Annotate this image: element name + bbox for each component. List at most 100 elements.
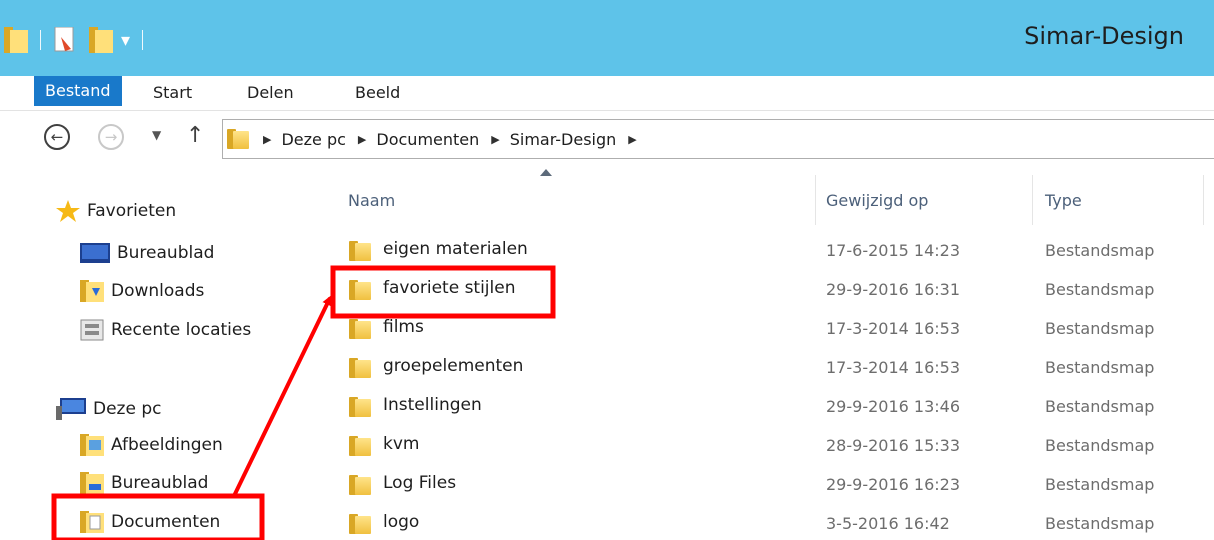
folder-icon	[349, 319, 371, 339]
sidebar-item-label: Recente locaties	[111, 320, 252, 340]
file-modified: 17-6-2015 14:23	[826, 241, 960, 260]
quick-access-toolbar: ▾	[4, 24, 155, 56]
list-item[interactable]: groepelementen 17-3-2014 16:53 Bestandsm…	[315, 348, 1214, 387]
breadcrumb-documenten[interactable]: Documenten	[376, 130, 479, 149]
file-name: Log Files	[383, 473, 457, 493]
column-header-gewijzigd-op[interactable]: Gewijzigd op	[826, 191, 928, 210]
column-headers: Naam Gewijzigd op Type	[315, 167, 1214, 229]
file-name: groepelementen	[383, 356, 524, 376]
breadcrumb-separator-icon[interactable]: ▶	[263, 133, 271, 146]
sidebar-item-documenten[interactable]: Documenten	[80, 508, 220, 536]
file-name: favoriete stijlen	[383, 278, 516, 298]
file-modified: 29-9-2016 16:31	[826, 280, 960, 299]
breadcrumb-deze-pc[interactable]: Deze pc	[281, 130, 345, 149]
file-name: kvm	[383, 434, 420, 454]
file-type: Bestandsmap	[1045, 397, 1155, 416]
computer-icon	[56, 398, 86, 420]
folder-icon	[349, 241, 371, 261]
file-type: Bestandsmap	[1045, 514, 1155, 533]
window-title: Simar-Design	[1024, 22, 1184, 50]
file-modified: 28-9-2016 15:33	[826, 436, 960, 455]
downloads-folder-icon	[80, 280, 104, 302]
file-name: films	[383, 317, 424, 337]
toolbar-separator	[142, 30, 144, 50]
back-arrow-icon[interactable]: ←	[44, 124, 70, 150]
ribbon-tabs: Bestand Start Delen Beeld	[0, 76, 1214, 111]
address-bar[interactable]: ▶ Deze pc ▶ Documenten ▶ Simar-Design ▶	[222, 119, 1214, 159]
list-item[interactable]: favoriete stijlen 29-9-2016 16:31 Bestan…	[315, 270, 1214, 309]
file-list: Naam Gewijzigd op Type eigen materialen …	[315, 167, 1214, 540]
file-modified: 17-3-2014 16:53	[826, 319, 960, 338]
sidebar-item-label: Downloads	[111, 281, 205, 301]
sidebar-item-label: Favorieten	[87, 201, 177, 221]
customize-toolbar-icon[interactable]: ▾	[121, 30, 130, 51]
sidebar-item-label: Deze pc	[93, 399, 162, 419]
file-type: Bestandsmap	[1045, 475, 1155, 494]
file-modified: 29-9-2016 16:23	[826, 475, 960, 494]
sidebar-item-label: Bureaublad	[117, 243, 215, 263]
tab-bestand[interactable]: Bestand	[34, 76, 122, 106]
list-item[interactable]: Log Files 29-9-2016 16:23 Bestandsmap	[315, 465, 1214, 504]
file-type: Bestandsmap	[1045, 319, 1155, 338]
sidebar-item-bureaublad-pc[interactable]: Bureaublad	[80, 469, 208, 497]
list-item[interactable]: kvm 28-9-2016 15:33 Bestandsmap	[315, 426, 1214, 465]
folder-icon	[349, 436, 371, 456]
breadcrumb-separator-icon[interactable]: ▶	[491, 133, 499, 146]
breadcrumb-separator-icon[interactable]: ▶	[358, 133, 366, 146]
sidebar-item-label: Bureaublad	[111, 473, 209, 493]
list-item[interactable]: eigen materialen 17-6-2015 14:23 Bestand…	[315, 231, 1214, 270]
breadcrumb-separator-icon[interactable]: ▶	[628, 133, 636, 146]
file-name: eigen materialen	[383, 239, 528, 259]
recent-locations-dropdown-icon[interactable]: ▼	[152, 128, 161, 142]
navigation-bar: ← → ▼ ↑ ▶ Deze pc ▶ Documenten ▶ Simar-D…	[0, 111, 1214, 167]
sidebar-item-recente-locaties[interactable]: Recente locaties	[80, 316, 251, 344]
desktop-folder-icon	[80, 472, 104, 494]
file-type: Bestandsmap	[1045, 436, 1155, 455]
star-icon	[56, 200, 80, 222]
column-divider[interactable]	[1032, 175, 1033, 225]
sidebar-item-downloads[interactable]: Downloads	[80, 277, 204, 305]
folder-icon	[227, 129, 249, 149]
file-modified: 17-3-2014 16:53	[826, 358, 960, 377]
sidebar-item-favorieten[interactable]: Favorieten	[56, 197, 176, 225]
file-type: Bestandsmap	[1045, 241, 1155, 260]
list-item[interactable]: logo 3-5-2016 16:42 Bestandsmap	[315, 504, 1214, 540]
properties-icon[interactable]	[53, 27, 77, 53]
folder-icon	[349, 475, 371, 495]
column-divider[interactable]	[1203, 175, 1204, 225]
navigation-pane: Favorieten Bureaublad Downloads Recente …	[0, 167, 315, 540]
list-item[interactable]: Instellingen 29-9-2016 13:46 Bestandsmap	[315, 387, 1214, 426]
sidebar-item-afbeeldingen[interactable]: Afbeeldingen	[80, 431, 223, 459]
recent-places-icon	[80, 319, 104, 341]
documents-folder-icon	[80, 511, 104, 533]
column-divider[interactable]	[815, 175, 816, 225]
file-name: Instellingen	[383, 395, 482, 415]
folder-icon[interactable]	[4, 27, 28, 53]
sidebar-item-deze-pc[interactable]: Deze pc	[56, 395, 161, 423]
forward-arrow-icon[interactable]: →	[98, 124, 124, 150]
new-folder-icon[interactable]	[89, 27, 113, 53]
folder-icon	[349, 514, 371, 534]
title-bar: ▾ Simar-Design	[0, 0, 1214, 76]
toolbar-separator	[40, 30, 41, 50]
file-name: logo	[383, 512, 420, 532]
sidebar-item-bureaublad[interactable]: Bureaublad	[80, 239, 214, 267]
sort-ascending-icon	[540, 169, 552, 176]
folder-icon	[349, 280, 371, 300]
tab-delen[interactable]: Delen	[247, 76, 294, 111]
column-header-naam[interactable]: Naam	[348, 191, 395, 210]
folder-icon	[349, 358, 371, 378]
sidebar-item-label: Documenten	[111, 512, 221, 532]
tab-start[interactable]: Start	[153, 76, 192, 111]
tab-beeld[interactable]: Beeld	[355, 76, 400, 111]
desktop-icon	[80, 243, 110, 263]
breadcrumb-simar-design[interactable]: Simar-Design	[510, 130, 617, 149]
sidebar-item-label: Afbeeldingen	[111, 435, 223, 455]
folder-icon	[349, 397, 371, 417]
file-modified: 3-5-2016 16:42	[826, 514, 950, 533]
list-item[interactable]: films 17-3-2014 16:53 Bestandsmap	[315, 309, 1214, 348]
column-header-type[interactable]: Type	[1045, 191, 1082, 210]
up-arrow-icon[interactable]: ↑	[186, 123, 204, 148]
file-type: Bestandsmap	[1045, 280, 1155, 299]
file-modified: 29-9-2016 13:46	[826, 397, 960, 416]
